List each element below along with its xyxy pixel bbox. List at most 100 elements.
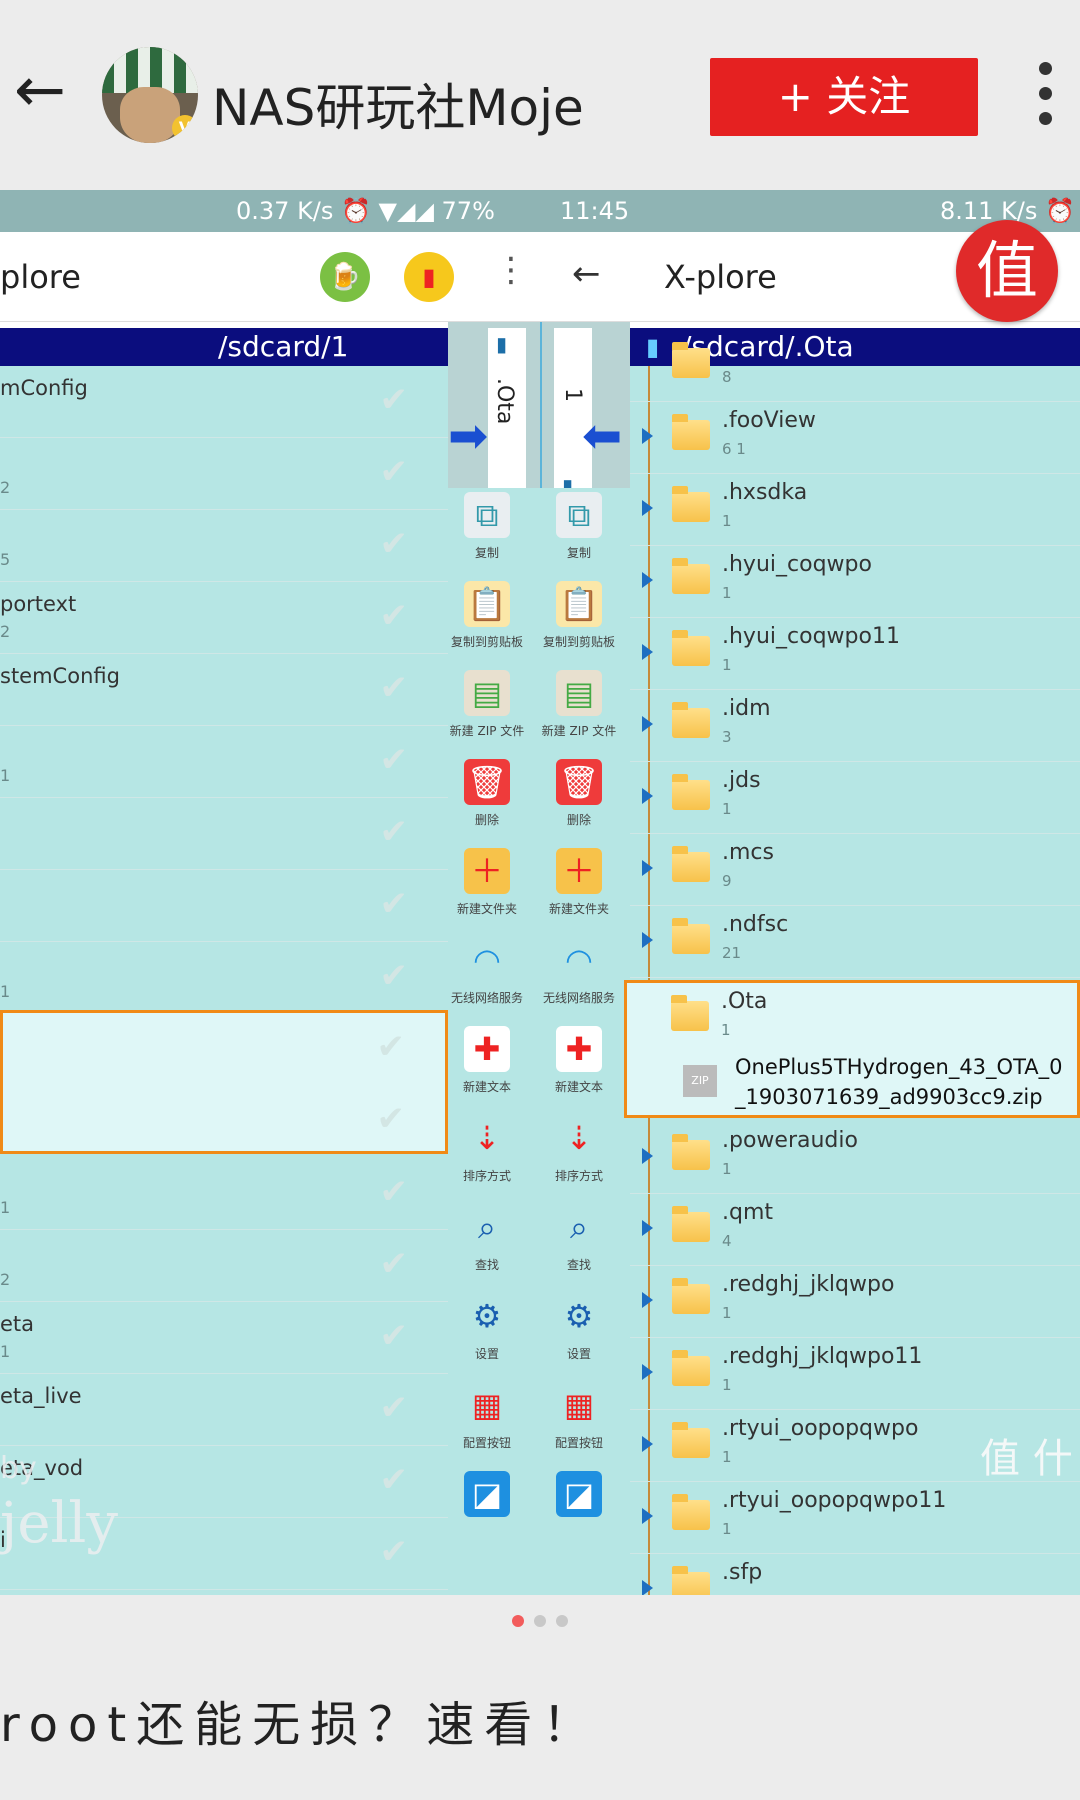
delete-button[interactable]: 🗑 删除 xyxy=(448,755,526,844)
folder-icon xyxy=(672,1350,710,1386)
folder-icon xyxy=(671,995,709,1031)
list-item[interactable]: .hyui_coqwpo 1 xyxy=(630,546,1080,618)
check-icon: ✔ xyxy=(379,740,409,780)
copy-button[interactable]: ⧉ 复制 xyxy=(540,488,618,577)
sort-button[interactable]: ⇣ 排序方式 xyxy=(540,1111,618,1200)
delete-button[interactable]: 🗑 删除 xyxy=(540,755,618,844)
ota-selected-group[interactable]: .Ota 1 ZIP OnePlus5THydrogen_43_OTA_0 _1… xyxy=(624,980,1080,1118)
clipboard-icon: 📋 xyxy=(556,581,602,627)
list-item[interactable]: .fooView 6 1 xyxy=(630,402,1080,474)
gear-icon: ⚙ xyxy=(472,1297,502,1335)
wifi-server-button[interactable]: ◠ 无线网络服务 xyxy=(448,933,526,1022)
list-item[interactable]: 1 ✔ xyxy=(0,942,448,1014)
list-item[interactable]: .mcs 9 xyxy=(630,834,1080,906)
list-item[interactable]: portext 2 ✔ xyxy=(0,582,448,654)
list-item[interactable]: mConfig ✔ xyxy=(0,366,448,438)
gear-icon: ⚙ xyxy=(564,1297,594,1335)
search-button[interactable]: ⌕ 查找 xyxy=(540,1200,618,1289)
right-app-title: X-plore xyxy=(664,258,777,296)
by-watermark: by xyxy=(0,1451,37,1486)
carousel-dot[interactable] xyxy=(512,1615,524,1627)
check-icon: ✔ xyxy=(379,1172,409,1212)
display-button[interactable]: ◪ xyxy=(448,1467,526,1556)
expand-icon xyxy=(642,1364,653,1380)
list-item[interactable]: ✔ xyxy=(0,798,448,870)
list-item[interactable]: eta_live ✔ xyxy=(0,1374,448,1446)
folder-icon xyxy=(672,342,710,378)
left-menu-icon[interactable]: ⋮ xyxy=(494,250,528,290)
clipboard-button[interactable]: 📋 复制到剪贴板 xyxy=(448,577,526,666)
list-item[interactable]: 2 ✔ xyxy=(0,438,448,510)
list-item[interactable]: eta 1 ✔ xyxy=(0,1302,448,1374)
list-item[interactable]: stemConfig ✔ xyxy=(0,654,448,726)
list-item[interactable]: .hxsdka 1 xyxy=(630,474,1080,546)
list-item[interactable]: .qmt 4 xyxy=(630,1194,1080,1266)
tab-ota[interactable]: ▮ .Ota xyxy=(488,328,526,508)
config-buttons-icon: ▦ xyxy=(563,1386,595,1424)
sort-button[interactable]: ⇣ 排序方式 xyxy=(448,1111,526,1200)
new-text-button[interactable]: ✚ 新建文本 xyxy=(448,1022,526,1111)
expand-icon xyxy=(642,788,653,804)
list-item[interactable]: 5 ✔ xyxy=(0,510,448,582)
list-item[interactable]: .ndfsc 21 xyxy=(630,906,1080,978)
expand-icon xyxy=(642,716,653,732)
list-item[interactable]: .hyui_coqwpo11 1 xyxy=(630,618,1080,690)
wifi-server-button[interactable]: ◠ 无线网络服务 xyxy=(540,933,618,1022)
list-item[interactable]: .poweraudio 1 xyxy=(630,1122,1080,1194)
copy-icon: ⧉ xyxy=(556,492,602,538)
list-item[interactable]: 2 ✔ xyxy=(0,1230,448,1302)
avatar-face xyxy=(120,87,180,143)
config-buttons-button[interactable]: ▦ 配置按钮 xyxy=(540,1378,618,1467)
new-zip-button[interactable]: ▤ 新建 ZIP 文件 xyxy=(448,666,526,755)
list-item[interactable]: 1 ✔ xyxy=(0,1158,448,1230)
back-arrow-icon[interactable]: ← xyxy=(572,254,601,294)
zip-file-name-cont: _1903071639_ad9903cc9.zip xyxy=(735,1085,1043,1109)
folder-icon xyxy=(672,1422,710,1458)
list-item[interactable]: .rtyui_oopopqwpo11 1 xyxy=(630,1482,1080,1554)
carousel-dot[interactable] xyxy=(534,1615,546,1627)
check-icon: ✔ xyxy=(379,668,409,708)
post-image[interactable]: 0.37 K/s ⏰ ▼◢◢ 77% plore 🍺 ▮ ⋮ /sdcard/1… xyxy=(0,190,1080,1595)
bookmark-icon[interactable]: ▮ xyxy=(404,252,454,302)
sort-icon: ⇣ xyxy=(565,1119,593,1157)
verified-badge-icon: V xyxy=(172,115,198,141)
copy-icon: ⧉ xyxy=(464,492,510,538)
display-button[interactable]: ◪ xyxy=(540,1467,618,1556)
follow-button[interactable]: + 关注 xyxy=(710,58,978,136)
list-item[interactable]: .redghj_jklqwpo 1 xyxy=(630,1266,1080,1338)
copy-button[interactable]: ⧉ 复制 xyxy=(448,488,526,577)
search-icon: ⌕ xyxy=(570,1208,588,1246)
list-item[interactable]: ✔ xyxy=(0,870,448,942)
settings-button[interactable]: ⚙ 设置 xyxy=(448,1289,526,1378)
folder-icon xyxy=(672,702,710,738)
check-icon: ✔ xyxy=(379,1316,409,1356)
settings-button[interactable]: ⚙ 设置 xyxy=(540,1289,618,1378)
search-button[interactable]: ⌕ 查找 xyxy=(448,1200,526,1289)
beer-icon[interactable]: 🍺 xyxy=(320,252,370,302)
carousel-dot[interactable] xyxy=(556,1615,568,1627)
list-item[interactable]: .redghj_jklqwpo11 1 xyxy=(630,1338,1080,1410)
author-avatar[interactable]: V xyxy=(102,47,198,143)
config-buttons-button[interactable]: ▦ 配置按钮 xyxy=(448,1378,526,1467)
more-button[interactable] xyxy=(1030,62,1060,132)
author-name[interactable]: NAS研玩社Moje xyxy=(212,68,584,140)
folder-icon xyxy=(672,774,710,810)
list-item[interactable]: 8 xyxy=(630,330,1080,402)
new-text-button[interactable]: ✚ 新建文本 xyxy=(540,1022,618,1111)
check-icon: ✔ xyxy=(379,1388,409,1428)
new-zip-button[interactable]: ▤ 新建 ZIP 文件 xyxy=(540,666,618,755)
search-icon: ⌕ xyxy=(478,1208,496,1246)
new-folder-button[interactable]: ＋新建文件夹 xyxy=(448,844,526,933)
new-folder-button[interactable]: ＋新建文件夹 xyxy=(540,844,618,933)
list-item[interactable]: .jds 1 xyxy=(630,762,1080,834)
list-item[interactable]: .idm 3 xyxy=(630,690,1080,762)
left-selected-group[interactable]: ✔ ✔ xyxy=(0,1010,448,1154)
list-item[interactable]: 1 ✔ xyxy=(0,726,448,798)
clipboard-button[interactable]: 📋 复制到剪贴板 xyxy=(540,577,618,666)
expand-icon xyxy=(642,1148,653,1164)
back-button[interactable]: ← xyxy=(10,55,70,125)
expand-icon xyxy=(642,860,653,876)
zip-icon: ▤ xyxy=(556,670,602,716)
list-item[interactable]: .sfp xyxy=(630,1554,1080,1595)
check-icon: ✔ xyxy=(379,1460,409,1500)
